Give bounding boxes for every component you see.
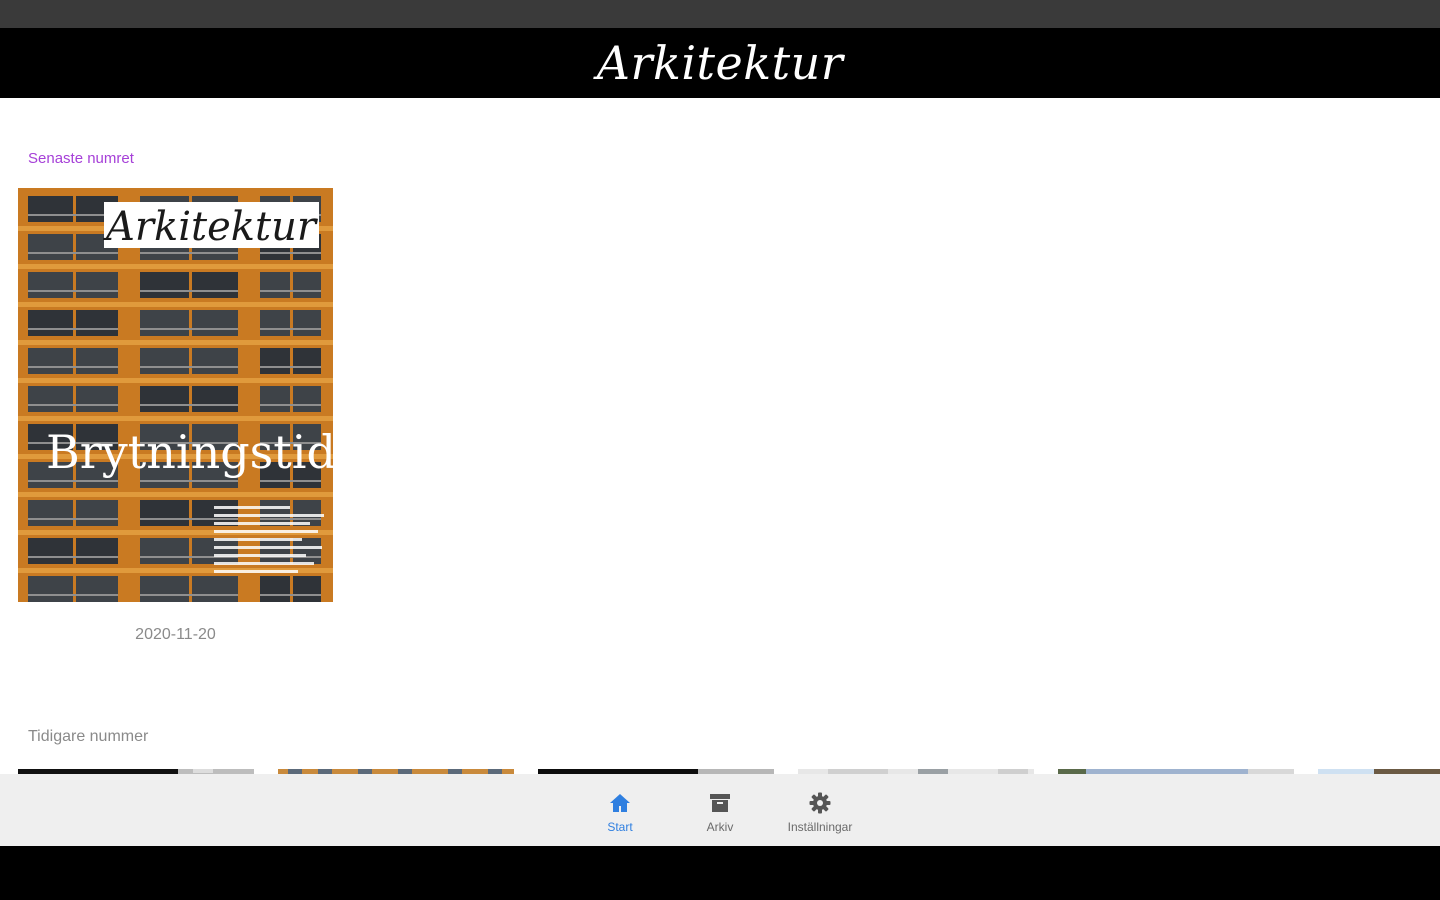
latest-issue-date: 2020-11-20 [135,626,216,643]
previous-issue-thumbnail[interactable] [798,766,1034,774]
previous-issues-heading: Tidigare nummer [28,728,149,745]
main-content[interactable]: Senaste numret Arkitektur Brytningstid 2… [0,98,1440,774]
nav-arkiv-label: Arkiv [706,820,734,834]
previous-issues-list[interactable] [18,766,1440,774]
gear-icon [808,790,832,816]
previous-issue-thumbnail[interactable] [1058,766,1294,774]
status-bar [0,0,1440,28]
bottom-navigation: Start Arkiv Inställningar [0,774,1440,846]
latest-issue-cover[interactable]: Arkitektur Brytningstid [18,188,333,602]
nav-installningar-label: Inställningar [787,820,853,834]
archive-icon [708,790,732,816]
system-navigation-bar [0,846,1440,900]
cover-headline: Brytningstid [46,425,333,479]
app-bar: Arkitektur [0,28,1440,98]
home-icon [608,790,632,816]
previous-issue-thumbnail[interactable] [18,766,254,774]
nav-start[interactable]: Start [570,774,670,846]
nav-start-label: Start [607,820,633,834]
cover-masthead: Arkitektur [102,204,319,250]
latest-issue-heading: Senaste numret [28,150,134,167]
previous-issue-thumbnail[interactable] [1318,766,1440,774]
nav-arkiv[interactable]: Arkiv [670,774,770,846]
previous-issue-thumbnail[interactable] [538,766,774,774]
nav-installningar[interactable]: Inställningar [770,774,870,846]
app-logo: Arkitektur [596,36,844,90]
previous-issue-thumbnail[interactable] [278,766,514,774]
cover-image: Arkitektur Brytningstid [18,188,333,602]
